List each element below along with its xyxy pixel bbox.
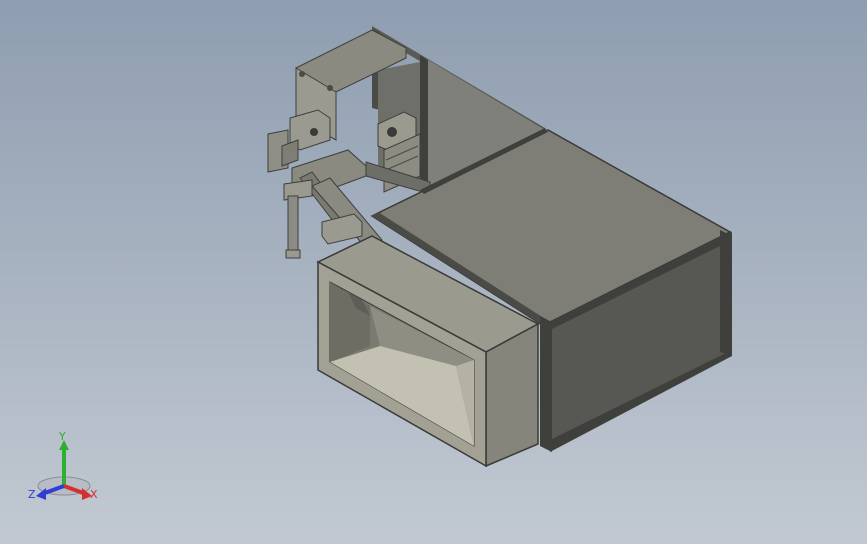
left-mount-bore <box>310 128 318 136</box>
housing-front-post <box>540 316 552 452</box>
arm-lower-joint <box>321 213 363 245</box>
housing-rear-post <box>720 230 732 356</box>
bolt-hole <box>327 85 333 91</box>
rod-shaft <box>287 195 299 255</box>
vertical-rod[interactable] <box>285 195 301 259</box>
x-axis-label: X <box>90 488 98 501</box>
bolt-hole <box>299 71 305 77</box>
y-axis-label: Y <box>58 430 66 443</box>
orientation-triad[interactable]: Y X Z <box>22 428 106 508</box>
z-axis-label: Z <box>28 488 36 501</box>
rod-foot <box>285 249 301 259</box>
assembly-model[interactable] <box>0 0 867 544</box>
rear-frame-post <box>420 55 428 190</box>
clamp-bore <box>387 127 397 137</box>
cad-viewport[interactable]: Y X Z <box>0 0 867 544</box>
